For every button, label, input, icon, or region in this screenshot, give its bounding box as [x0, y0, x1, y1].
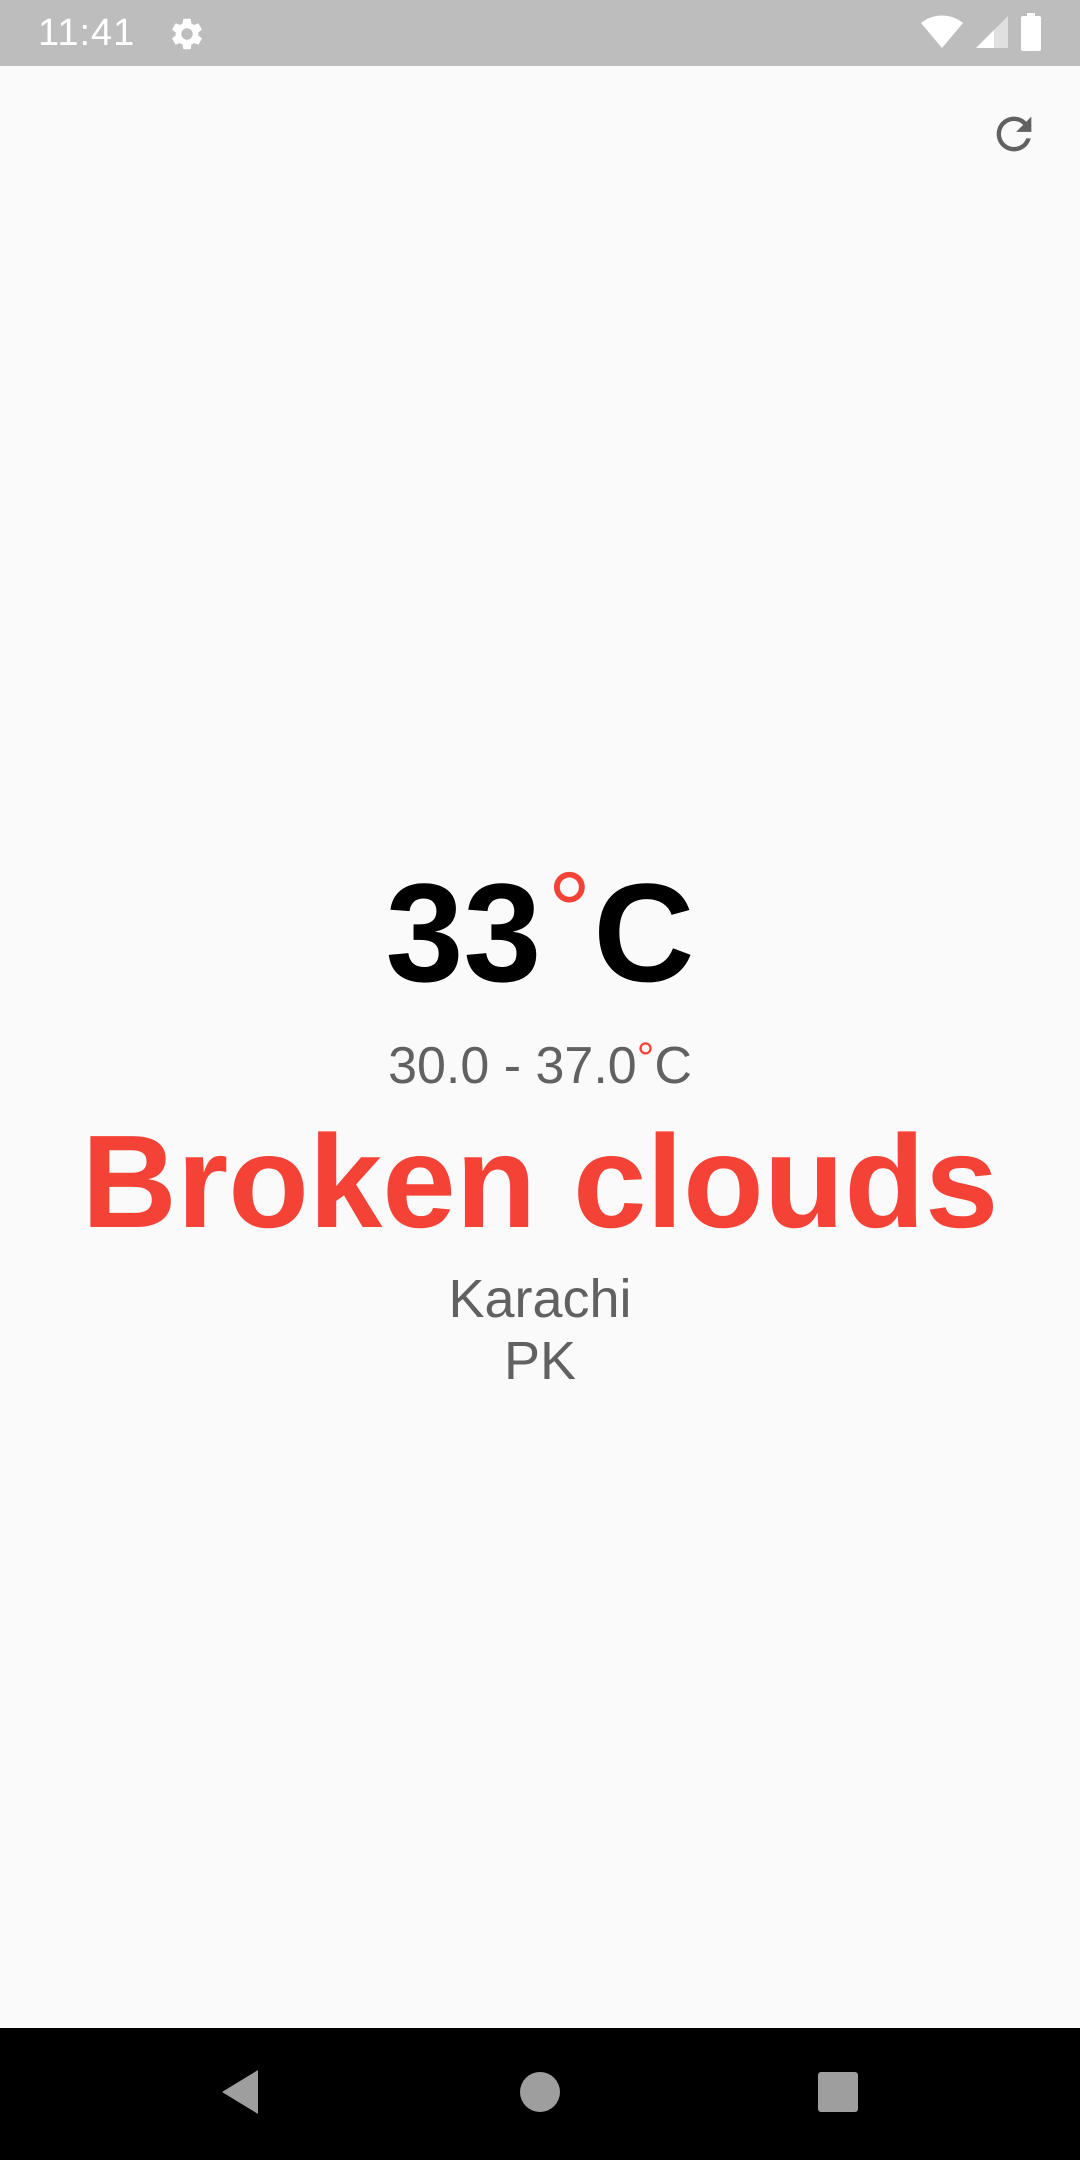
degree-symbol: °	[547, 850, 592, 973]
refresh-button[interactable]	[978, 100, 1050, 172]
status-time: 11:41	[38, 12, 136, 54]
country-code: PK	[503, 1331, 577, 1391]
navigation-bar	[0, 2028, 1080, 2160]
range-unit: C	[654, 1037, 692, 1095]
battery-icon	[1020, 12, 1042, 56]
signal-icon	[974, 14, 1010, 55]
temperature-range: 30.0 - 37.0°C	[0, 1034, 1080, 1096]
settings-icon	[168, 15, 206, 53]
recents-button[interactable]	[798, 2054, 878, 2134]
city-name: Karachi	[448, 1269, 632, 1329]
recents-icon	[817, 2071, 859, 2118]
refresh-icon	[988, 108, 1040, 165]
home-icon	[519, 2071, 561, 2118]
back-button[interactable]	[200, 2054, 280, 2134]
home-button[interactable]	[500, 2054, 580, 2134]
range-value: 30.0 - 37.0	[388, 1037, 637, 1095]
weather-screen: 11:41 33°C 30.0 - 37.0°C Broken clouds K…	[0, 0, 1080, 2160]
weather-condition: Broken clouds	[81, 1108, 999, 1255]
temperature-value: 33	[385, 854, 542, 1011]
back-icon	[218, 2068, 262, 2121]
status-icons	[920, 12, 1042, 56]
status-bar: 11:41	[0, 0, 1080, 66]
wifi-icon	[920, 14, 964, 55]
current-temperature: 33°C	[0, 850, 1080, 1008]
temperature-unit: C	[593, 854, 695, 1011]
range-degree-symbol: °	[636, 1034, 655, 1083]
